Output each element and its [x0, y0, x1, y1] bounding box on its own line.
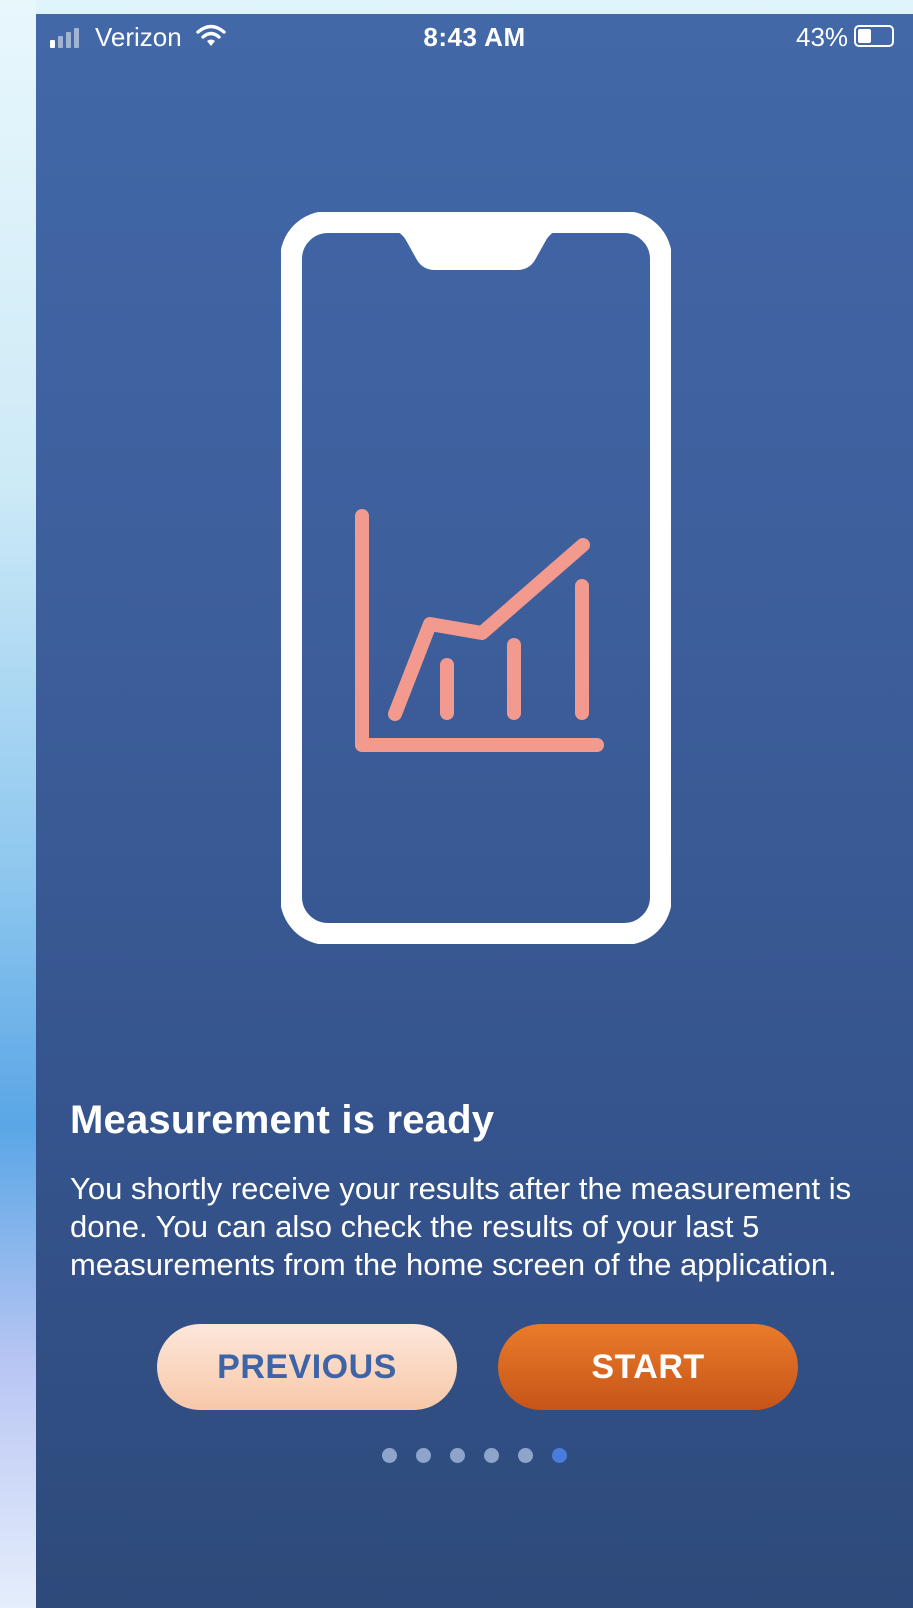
- battery-percentage: 43%: [796, 22, 849, 52]
- page-dot[interactable]: [416, 1448, 431, 1463]
- battery-icon: [854, 25, 894, 47]
- page-dot[interactable]: [450, 1448, 465, 1463]
- onboarding-screen: Verizon 8:43 AM 43% Measurement is ready…: [36, 14, 913, 1608]
- chart-icon: [355, 509, 604, 752]
- page-dot[interactable]: [484, 1448, 499, 1463]
- page-dot[interactable]: [518, 1448, 533, 1463]
- page-description: You shortly receive your results after t…: [70, 1171, 852, 1282]
- status-bar: Verizon 8:43 AM 43%: [36, 14, 913, 60]
- background-wallpaper-strip: [0, 0, 36, 1608]
- phone-with-chart-icon: [281, 212, 671, 944]
- start-button[interactable]: START: [498, 1324, 798, 1410]
- status-time: 8:43 AM: [423, 22, 526, 52]
- page-title: Measurement is ready: [70, 1098, 495, 1142]
- previous-button[interactable]: PREVIOUS: [157, 1324, 457, 1410]
- phone-notch: [389, 230, 563, 270]
- page-indicator: [36, 1448, 913, 1463]
- page-dot[interactable]: [382, 1448, 397, 1463]
- page-dot-active[interactable]: [552, 1448, 567, 1463]
- phone-outline: [281, 212, 671, 944]
